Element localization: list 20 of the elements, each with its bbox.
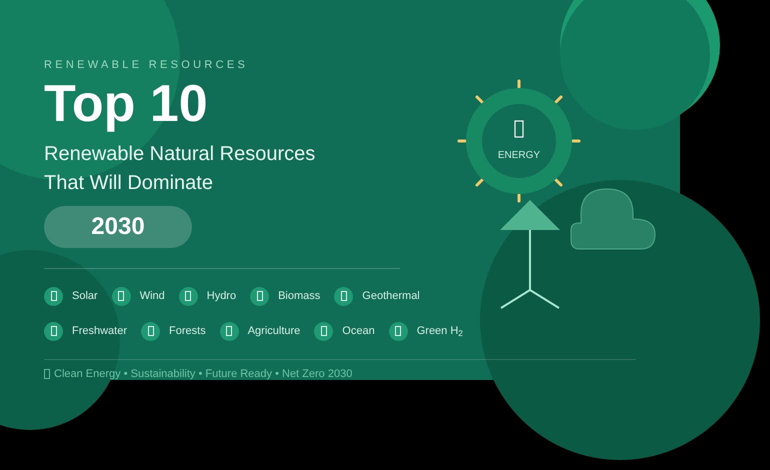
resource-label: Wind [140, 288, 165, 304]
box-icon [514, 120, 524, 138]
subtitle-line: That Will Dominate [44, 170, 214, 196]
resource-label: Agriculture [248, 324, 300, 339]
year-pill: 2030 [44, 206, 192, 248]
resource-label: Freshwater [72, 324, 128, 339]
eyebrow-text: RENEWABLE RESOURCES [44, 58, 248, 73]
title: Top 10 [44, 76, 208, 132]
resource-label: Hydro [206, 288, 236, 304]
resource-label: Solar [72, 288, 98, 304]
sun-label: ENERGY [498, 148, 540, 162]
resource-label: Ocean [342, 324, 375, 339]
resource-label: Green H$_{2}$ [416, 324, 463, 340]
cloud-icon [569, 188, 657, 251]
resource-label: Geothermal [362, 288, 420, 304]
resource-label: Biomass [278, 288, 320, 304]
footer-text: Clean Energy • Sustainability • Future Ready • Net Zero 2030 [54, 366, 352, 382]
box-icon [44, 368, 50, 379]
resource-label: Forests [169, 324, 206, 339]
subtitle-line: Renewable Natural Resources [44, 142, 316, 166]
